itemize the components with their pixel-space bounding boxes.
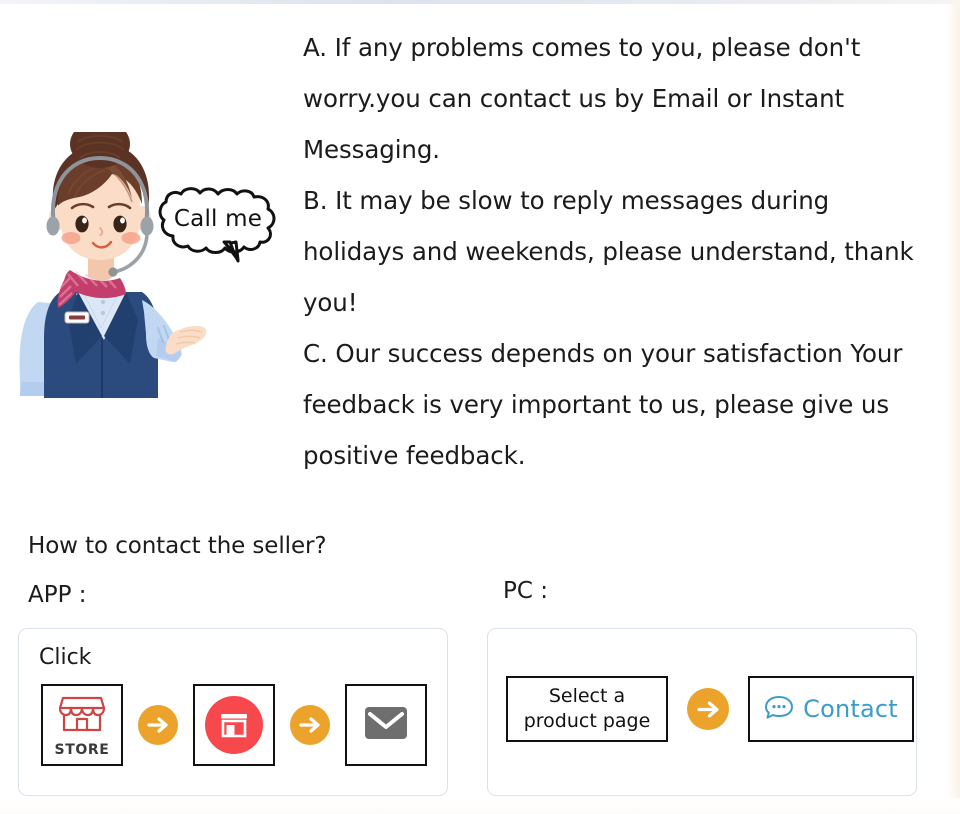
chat-bubble-icon bbox=[764, 694, 794, 724]
app-instructions-card: Click STORE bbox=[18, 628, 448, 796]
speech-bubble-text: Call me bbox=[173, 206, 263, 232]
app-section-label: APP : bbox=[28, 582, 87, 608]
message-tile[interactable] bbox=[345, 684, 427, 766]
store-tile[interactable]: STORE bbox=[41, 684, 123, 766]
policy-note-c: C. Our success depends on your satisfact… bbox=[303, 339, 903, 470]
policy-notes: A. If any problems comes to you, please … bbox=[303, 22, 928, 481]
pc-section-label: PC : bbox=[503, 578, 548, 604]
page-title: How to contact the seller? bbox=[28, 533, 327, 559]
storefront-filled-icon bbox=[205, 696, 263, 754]
store-app-tile[interactable] bbox=[193, 684, 275, 766]
policy-note-b: B. It may be slow to reply messages duri… bbox=[303, 186, 914, 317]
pc-instructions-card: Select a product page Contact bbox=[487, 628, 917, 796]
storefront-outline-icon bbox=[58, 693, 106, 737]
envelope-icon bbox=[364, 706, 408, 744]
pc-step-flow: Select a product page Contact bbox=[506, 676, 914, 742]
contact-button-tile[interactable]: Contact bbox=[748, 676, 914, 742]
arrow-right-icon-2 bbox=[290, 705, 330, 745]
store-caption: STORE bbox=[54, 741, 110, 758]
select-line-2: product page bbox=[523, 710, 651, 732]
speech-bubble: Call me bbox=[152, 186, 284, 264]
app-step-flow: STORE bbox=[41, 684, 427, 766]
select-product-page-tile[interactable]: Select a product page bbox=[506, 676, 668, 742]
policy-note-a: A. If any problems comes to you, please … bbox=[303, 33, 861, 164]
select-line-1: Select a bbox=[548, 685, 626, 707]
page-bottom-edge bbox=[0, 798, 960, 814]
intro-section: Call me A. If any problems comes to you,… bbox=[0, 0, 960, 510]
arrow-right-icon bbox=[138, 705, 178, 745]
arrow-right-icon-3 bbox=[687, 688, 729, 730]
click-label: Click bbox=[39, 645, 92, 670]
customer-service-agent-illustration bbox=[8, 120, 208, 400]
contact-label: Contact bbox=[803, 695, 898, 723]
